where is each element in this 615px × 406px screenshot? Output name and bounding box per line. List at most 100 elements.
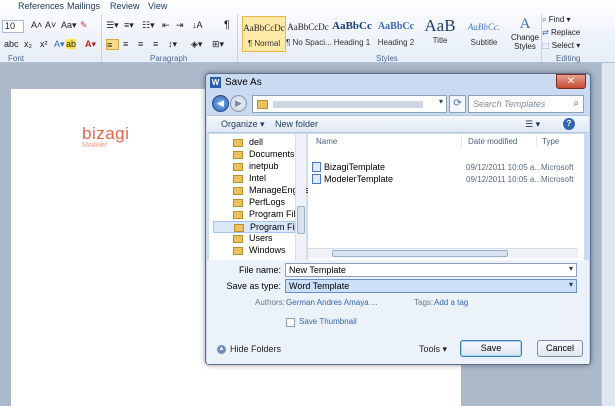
tab-mailings[interactable]: Mailings	[67, 1, 100, 11]
nav-item-inetpub[interactable]: inetpub	[213, 161, 295, 173]
tab-view[interactable]: View	[148, 1, 167, 11]
view-options-icon[interactable]: ☰ ▾	[525, 119, 540, 130]
forward-button[interactable]: ▶	[230, 95, 247, 112]
nav-item-users[interactable]: Users	[213, 233, 295, 245]
select-button[interactable]: ⬚ Select ▾	[542, 41, 614, 54]
bullets-icon[interactable]: ☰▾	[106, 20, 119, 31]
nav-item-perflogs[interactable]: PerfLogs	[213, 197, 295, 209]
align-left-icon[interactable]: ≡	[106, 39, 119, 50]
chevron-up-icon[interactable]: ▲	[217, 345, 226, 354]
authors-value[interactable]: German Andres Amaya ...	[286, 298, 378, 307]
column-name[interactable]: Name	[316, 137, 337, 146]
change-case-icon[interactable]: Aa▾	[61, 20, 77, 31]
nav-item-documents[interactable]: Documents	[213, 149, 295, 161]
superscript-icon[interactable]: x²	[40, 39, 48, 49]
text-effects-icon[interactable]: A▾	[54, 39, 65, 50]
font-size-box[interactable]: 10	[2, 20, 24, 33]
folder-icon	[233, 235, 243, 243]
save-thumbnail-checkbox[interactable]	[286, 318, 295, 327]
borders-icon[interactable]: ⊞▾	[212, 39, 224, 50]
strikethrough-icon[interactable]: abc	[4, 39, 19, 49]
clear-format-icon[interactable]: ✎	[80, 20, 88, 31]
folder-icon	[233, 175, 243, 183]
column-type[interactable]: Type	[542, 137, 559, 146]
chevron-down-icon[interactable]: ▾	[569, 264, 573, 273]
style-no-spacing[interactable]: AaBbCcDc ¶ No Spaci...	[286, 16, 332, 52]
grow-font-icon[interactable]: A˄	[31, 20, 42, 30]
tags-value[interactable]: Add a tag	[434, 298, 468, 307]
style-normal[interactable]: AaBbCcDc ¶ Normal	[242, 16, 286, 52]
file-type: Microsoft	[541, 163, 574, 172]
style-subtitle[interactable]: AaBbCc. Subtitle	[462, 16, 506, 52]
file-name-input[interactable]: New Template ▾	[285, 263, 577, 277]
column-date[interactable]: Date modified	[468, 137, 517, 146]
replace-button[interactable]: ⇄ Replace	[542, 28, 614, 41]
shrink-font-icon[interactable]: A˅	[45, 20, 56, 30]
tags-label: Tags:	[414, 298, 434, 307]
new-folder-button[interactable]: New folder	[275, 119, 318, 129]
bizagi-logo: bizagi Modeler	[82, 124, 129, 149]
save-button[interactable]: Save	[460, 340, 522, 357]
nav-item-label: inetpub	[249, 161, 279, 171]
decrease-indent-icon[interactable]: ⇤	[162, 20, 170, 31]
font-color-icon[interactable]: A▾	[85, 39, 96, 50]
sort-icon[interactable]: ↓A	[192, 20, 203, 30]
justify-icon[interactable]: ≡	[153, 39, 158, 49]
tab-references[interactable]: References	[18, 1, 64, 11]
chevron-down-icon[interactable]: ▾	[569, 280, 573, 289]
back-button[interactable]: ◀	[212, 95, 229, 112]
refresh-button[interactable]: ⟳	[449, 95, 466, 113]
document-scrollbar[interactable]	[601, 63, 615, 406]
align-right-icon[interactable]: ≡	[138, 39, 143, 49]
line-spacing-icon[interactable]: ↕▾	[168, 39, 177, 50]
show-marks-icon[interactable]: ¶	[224, 19, 230, 31]
folder-icon	[233, 139, 243, 147]
nav-item-program-files[interactable]: Program Files	[213, 209, 305, 221]
style-heading-1[interactable]: AaBbCc Heading 1	[330, 16, 374, 52]
address-bar[interactable]: ▾	[252, 95, 447, 113]
back-arrow-icon: ◀	[217, 98, 224, 108]
file-row[interactable]: BizagiTemplate 09/12/2011 10:05 a... Mic…	[308, 161, 584, 173]
help-icon[interactable]: ?	[563, 118, 575, 130]
style-title[interactable]: AaB Title	[418, 16, 462, 52]
hide-folders-button[interactable]: Hide Folders	[230, 344, 281, 354]
nav-scroll-thumb[interactable]	[297, 206, 305, 234]
chevron-down-icon[interactable]: ▾	[439, 97, 443, 106]
nav-item-program-files-x86[interactable]: Program Files (	[213, 221, 312, 233]
nav-item-dell[interactable]: dell	[213, 137, 295, 149]
organize-button[interactable]: Organize ▾	[221, 119, 265, 130]
save-type-select[interactable]: Word Template ▾	[285, 279, 577, 293]
dialog-title-bar[interactable]: W Save As ✕	[206, 74, 590, 92]
file-row[interactable]: ModelerTemplate 09/12/2011 10:05 a... Mi…	[308, 173, 584, 185]
increase-indent-icon[interactable]: ⇥	[176, 20, 184, 31]
cancel-button[interactable]: Cancel	[537, 340, 583, 357]
highlight-icon[interactable]: ab	[66, 39, 77, 49]
close-button[interactable]: ✕	[556, 74, 586, 89]
nav-scrollbar[interactable]	[295, 134, 306, 260]
shading-icon[interactable]: ◈▾	[191, 39, 202, 50]
address-row: ◀ ▶ ▾ ⟳ Search Templates ⌕	[210, 94, 586, 114]
file-date: 09/12/2011 10:05 a...	[466, 163, 542, 172]
save-thumbnail-label[interactable]: Save Thumbnail	[299, 317, 357, 326]
tab-review[interactable]: Review	[110, 1, 140, 11]
subscript-icon[interactable]: x₂	[24, 39, 32, 49]
dialog-title: Save As	[225, 77, 262, 88]
align-center-icon[interactable]: ≡	[123, 39, 128, 49]
tools-button[interactable]: Tools ▾	[419, 344, 447, 355]
style-preview: AaBbCc.	[467, 22, 501, 32]
style-name: Title	[432, 36, 448, 45]
multilevel-list-icon[interactable]: ☷▾	[142, 20, 155, 31]
nav-item-intel[interactable]: Intel	[213, 173, 295, 185]
numbering-icon[interactable]: ≡▾	[124, 20, 134, 31]
nav-item-manageengine[interactable]: ManageEngine	[213, 185, 310, 197]
find-button[interactable]: ⌕ Find ▾	[542, 15, 614, 28]
file-list-hscrollbar[interactable]	[308, 248, 578, 258]
organize-label: Organize	[221, 119, 258, 129]
file-type: Microsoft	[541, 175, 574, 184]
nav-item-windows[interactable]: Windows	[213, 245, 295, 257]
search-input[interactable]: Search Templates ⌕	[468, 95, 584, 113]
style-heading-2[interactable]: AaBbCc Heading 2	[374, 16, 418, 52]
change-styles-button[interactable]: A Change Styles	[510, 16, 540, 51]
save-as-dialog: W Save As ✕ ◀ ▶ ▾ ⟳ Search Templates ⌕ O…	[205, 73, 591, 365]
hscroll-thumb[interactable]	[332, 250, 508, 257]
